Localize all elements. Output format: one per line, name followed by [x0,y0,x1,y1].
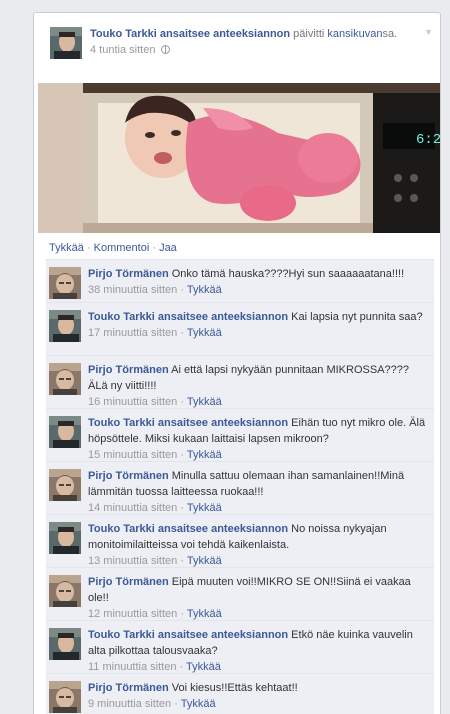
commenter-name[interactable]: Touko Tarkki ansaitsee anteeksiannon [88,417,288,429]
comment-timestamp[interactable]: 16 minuuttia sitten [88,396,177,408]
commenter-name[interactable]: Pirjo Törmänen [88,268,169,280]
story-header: Touko Tarkki ansaitsee anteeksiannon päi… [50,27,416,75]
comment-timestamp[interactable]: 9 minuuttia sitten [88,698,171,710]
author-name[interactable]: Touko Tarkki ansaitsee anteeksiannon [90,28,290,40]
comment-body: Pirjo Törmänen Minulla sattuu olemaan ih… [88,468,428,516]
comment-like-link[interactable]: Tykkää [187,555,222,567]
separator: · [83,242,94,254]
action-suffix: sa. [382,28,398,40]
cover-photo[interactable]: 6:2 [38,83,441,233]
comment-timestamp[interactable]: 14 minuuttia sitten [88,502,177,514]
comment-body: Touko Tarkki ansaitsee anteeksiannon Kai… [88,309,428,341]
comment-item: Touko Tarkki ansaitsee anteeksiannon Etk… [46,620,434,673]
comment-body: Touko Tarkki ansaitsee anteeksiannon Eih… [88,415,428,463]
story-timestamp[interactable]: 4 tuntia sitten [90,44,155,56]
commenter-name[interactable]: Touko Tarkki ansaitsee anteeksiannon [88,311,288,323]
separator: · [176,661,187,673]
share-link[interactable]: Jaa [159,242,177,254]
comment-meta: 38 minuuttia sitten · Tykkää [88,282,428,298]
comment-timestamp[interactable]: 12 minuuttia sitten [88,608,177,620]
cover-photo-link[interactable]: kansikuvan [327,28,382,40]
author-avatar[interactable] [50,27,82,59]
separator: · [177,608,187,620]
comment-item: Pirjo Törmänen Ai että lapsi nykyään pun… [46,355,434,408]
chevron-down-icon[interactable]: ▼ [424,27,434,37]
comment-like-link[interactable]: Tykkää [181,698,216,710]
comment-body: Pirjo Törmänen Eipä muuten voi!!MIKRO SE… [88,574,428,622]
like-link[interactable]: Tykkää [49,242,84,254]
comment-item: Touko Tarkki ansaitsee anteeksiannon Eih… [46,408,434,461]
commenter-avatar[interactable] [49,522,81,554]
comment-like-link[interactable]: Tykkää [186,661,221,673]
commenter-avatar[interactable] [49,575,81,607]
comment-item: Pirjo Törmänen Minulla sattuu olemaan ih… [46,461,434,514]
commenter-avatar[interactable] [49,681,81,713]
comment-timestamp[interactable]: 17 minuuttia sitten [88,327,177,339]
globe-icon[interactable] [161,45,171,54]
story-actions: Tykkää · Kommentoi · Jaa [49,242,177,256]
separator: · [149,242,160,254]
commenter-avatar[interactable] [49,310,81,342]
comment-item: Touko Tarkki ansaitsee anteeksiannon Kai… [46,302,434,355]
comment-item: Pirjo Törmänen Eipä muuten voi!!MIKRO SE… [46,567,434,620]
comment-body: Pirjo Törmänen Onko tämä hauska????Hyi s… [88,266,428,298]
comment-like-link[interactable]: Tykkää [187,284,222,296]
comment-like-link[interactable]: Tykkää [187,502,222,514]
comment-body: Pirjo Törmänen Voi kiesus!!Ettäs kehtaat… [88,680,428,712]
comment-text: Kai lapsia nyt punnita saa? [291,311,423,323]
comment-text: Onko tämä hauska????Hyi sun saaaaaatana!… [171,268,405,280]
comment-body: Touko Tarkki ansaitsee anteeksiannon Etk… [88,627,428,675]
comment-text: Voi kiesus!!Ettäs kehtaat!! [171,682,298,694]
svg-text:6:2: 6:2 [416,132,441,148]
story-header-text: Touko Tarkki ansaitsee anteeksiannon päi… [90,27,416,58]
commenter-name[interactable]: Pirjo Törmänen [88,470,169,482]
comment-like-link[interactable]: Tykkää [187,396,222,408]
separator: · [177,284,187,296]
commenter-avatar[interactable] [49,416,81,448]
comment-body: Touko Tarkki ansaitsee anteeksiannon No … [88,521,428,569]
commenter-avatar[interactable] [49,363,81,395]
action-prefix: päivitti [290,28,328,40]
comment-item: Touko Tarkki ansaitsee anteeksiannon No … [46,514,434,567]
news-feed-story: ▼ Touko Tarkki ansaitsee anteeksiannon p… [33,12,441,714]
comment-timestamp[interactable]: 15 minuuttia sitten [88,449,177,461]
comment-item: Pirjo Törmänen Voi kiesus!!Ettäs kehtaat… [46,673,434,714]
comment-item: Pirjo Törmänen Onko tämä hauska????Hyi s… [46,259,434,302]
commenter-name[interactable]: Pirjo Törmänen [88,364,169,376]
comment-timestamp[interactable]: 11 minuuttia sitten [88,661,176,673]
commenter-avatar[interactable] [49,469,81,501]
separator: · [177,502,187,514]
comment-like-link[interactable]: Tykkää [187,449,222,461]
commenter-name[interactable]: Touko Tarkki ansaitsee anteeksiannon [88,523,288,535]
commenter-avatar[interactable] [49,267,81,299]
comment-timestamp[interactable]: 13 minuuttia sitten [88,555,177,567]
comment-timestamp[interactable]: 38 minuuttia sitten [88,284,177,296]
separator: · [177,327,187,339]
separator: · [171,698,181,710]
comment-list: Pirjo Törmänen Onko tämä hauska????Hyi s… [46,259,434,714]
comment-body: Pirjo Törmänen Ai että lapsi nykyään pun… [88,362,428,410]
story-meta: 4 tuntia sitten [90,43,416,58]
separator: · [177,396,187,408]
comment-like-link[interactable]: Tykkää [187,608,222,620]
separator: · [177,449,187,461]
separator: · [177,555,187,567]
commenter-avatar[interactable] [49,628,81,660]
commenter-name[interactable]: Touko Tarkki ansaitsee anteeksiannon [88,629,288,641]
comment-like-link[interactable]: Tykkää [187,327,222,339]
comment-meta: 9 minuuttia sitten · Tykkää [88,696,428,712]
comment-meta: 17 minuuttia sitten · Tykkää [88,325,428,341]
commenter-name[interactable]: Pirjo Törmänen [88,576,169,588]
comment-link[interactable]: Kommentoi [94,242,150,254]
commenter-name[interactable]: Pirjo Törmänen [88,682,169,694]
